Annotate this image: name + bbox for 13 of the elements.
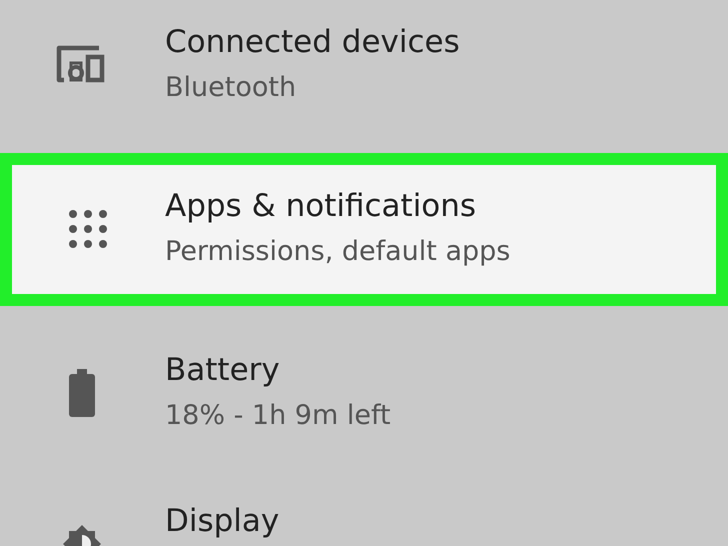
setting-title: Apps & notifications: [165, 187, 478, 226]
setting-title: Connected devices: [165, 23, 460, 62]
battery-icon: [68, 369, 94, 417]
settings-item[interactable]: Connected devices Bluetooth: [0, 0, 728, 153]
settings-item[interactable]: Display: [0, 481, 728, 546]
setting-title: Battery: [165, 351, 281, 390]
settings-item[interactable]: Apps & notifications Permissions, default apps: [0, 153, 728, 306]
setting-subtitle: Bluetooth: [165, 71, 298, 105]
apps-grid-icon: [68, 210, 106, 248]
settings-item[interactable]: Battery 18% - 1h 9m left: [0, 320, 728, 481]
setting-subtitle: 18% - 1h 9m left: [165, 399, 391, 433]
setting-title: Display: [165, 502, 280, 541]
setting-subtitle: Permissions, default apps: [165, 235, 510, 269]
